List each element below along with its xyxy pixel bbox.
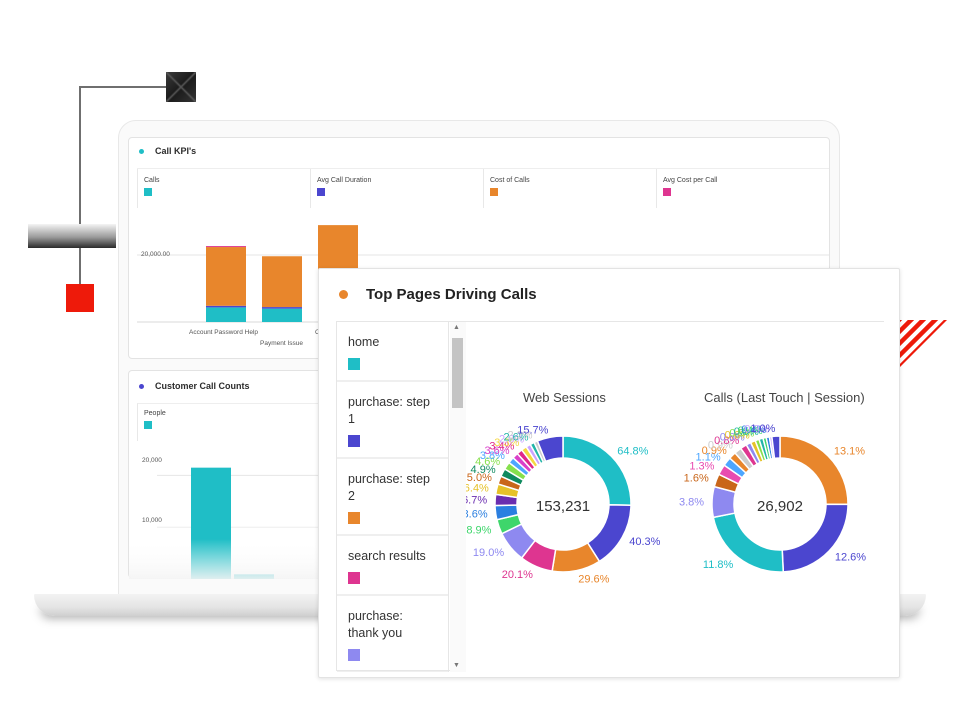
- legend-item-search-results[interactable]: search results: [337, 536, 448, 596]
- legend-item-purchase-step-1[interactable]: purchase: step 1: [337, 382, 448, 459]
- donut-slice-label: 64.8%: [617, 446, 648, 458]
- donut-slice-label: 3.8%: [679, 497, 704, 509]
- donut-slice-label: 19.0%: [473, 547, 504, 559]
- donut-slice-label: 29.6%: [578, 573, 609, 585]
- chart-legend: Calls Avg Call Duration Cost of Calls Av…: [137, 168, 829, 208]
- legend-swatch: [348, 435, 360, 447]
- legend-item-calls[interactable]: Calls: [137, 169, 310, 208]
- donut-slice-label: 12.6%: [835, 552, 866, 564]
- y-tick-label: 20,000: [142, 457, 162, 464]
- bar-segment-avg-call-duration[interactable]: [206, 305, 246, 308]
- title-dot-icon: [139, 148, 144, 154]
- donut-charts-area: 64.8%40.3%29.6%20.1%19.0%8.9%8.6%6.7%6.4…: [466, 322, 885, 672]
- scrollbar-thumb[interactable]: [452, 338, 463, 408]
- legend-label: People: [144, 410, 166, 417]
- legend-swatch: [348, 512, 360, 524]
- donut-center-total-web-sessions: 153,231: [535, 498, 591, 515]
- legend-item-avg-call-duration[interactable]: Avg Call Duration: [310, 169, 483, 208]
- legend-label: Avg Call Duration: [317, 177, 372, 184]
- panel-title: Call KPI's: [139, 146, 196, 156]
- donut-slice-label: 13.1%: [834, 445, 865, 457]
- legend-label: 2: [348, 489, 355, 503]
- decorative-dark-square: [166, 72, 196, 102]
- legend-item-purchase-step-2[interactable]: purchase: step 2: [337, 459, 448, 536]
- donut-slice-label: 8.9%: [466, 525, 491, 537]
- title-dot-icon: [339, 290, 348, 299]
- legend-label: Avg Cost per Call: [663, 177, 718, 184]
- chart-fade-overlay: [129, 539, 331, 579]
- legend-swatch: [348, 572, 360, 584]
- top-pages-driving-calls-panel: Top Pages Driving Calls home purchase: s…: [318, 268, 900, 678]
- x-tick-label: Account Password Help: [189, 329, 259, 336]
- donut-slice-label: 8.6%: [466, 509, 488, 521]
- bar-segment-cost-of-calls[interactable]: [206, 247, 246, 306]
- title-dot-icon: [139, 383, 144, 389]
- bar-segment-avg-call-duration[interactable]: [262, 307, 302, 309]
- legend-item-people[interactable]: People: [137, 403, 331, 441]
- donut-slice-label: 6.7%: [466, 494, 487, 506]
- donut-slice-label: 1.6%: [684, 473, 709, 485]
- y-tick-label: 20,000.00: [141, 251, 170, 258]
- legend-scrollbar[interactable]: ▲ ▼: [450, 322, 466, 672]
- legend-swatch: [144, 188, 152, 196]
- panel-title: Top Pages Driving Calls: [339, 286, 537, 303]
- decorative-red-square: [66, 284, 94, 312]
- donut-slice-label: 11.8%: [703, 559, 734, 571]
- legend-label: home: [348, 335, 380, 349]
- legend-label: search results: [348, 549, 426, 563]
- scroll-up-arrow-icon[interactable]: ▲: [453, 324, 460, 331]
- legend-item-cost-of-calls[interactable]: Cost of Calls: [483, 169, 656, 208]
- bar-segment-avg-cost-per-call[interactable]: [206, 246, 246, 248]
- legend-swatch: [490, 188, 498, 196]
- donut-title-web-sessions: Web Sessions: [523, 390, 606, 405]
- panel-title-text: Top Pages Driving Calls: [366, 286, 537, 303]
- donut-slice-label: 1.0%: [750, 423, 775, 435]
- bar-segment-cost-of-calls[interactable]: [262, 256, 302, 308]
- donut-center-total-calls: 26,902: [757, 498, 803, 515]
- panel-title: Customer Call Counts: [139, 381, 250, 391]
- x-tick-label: Payment Issue: [260, 340, 303, 347]
- panel-title-text: Customer Call Counts: [155, 381, 250, 391]
- legend-label: 1: [348, 412, 355, 426]
- legend-label: purchase: step: [348, 472, 430, 486]
- bar-segment-calls[interactable]: [262, 308, 302, 322]
- decorative-gradient-bar: [28, 224, 116, 248]
- donut-slice-label: 15.7%: [517, 424, 548, 436]
- donut-charts-svg: 64.8%40.3%29.6%20.1%19.0%8.9%8.6%6.7%6.4…: [466, 423, 866, 585]
- legend-swatch: [144, 421, 152, 429]
- scroll-down-arrow-icon[interactable]: ▼: [453, 662, 460, 669]
- donut-slice-label: 40.3%: [629, 536, 660, 548]
- donut-title-calls: Calls (Last Touch | Session): [704, 390, 865, 405]
- legend-label: Calls: [144, 177, 160, 184]
- legend-label: purchase: step: [348, 395, 430, 409]
- donut-slice-label: 20.1%: [502, 569, 533, 581]
- customer-call-counts-panel: Customer Call Counts People 20,000 10,00…: [128, 370, 331, 579]
- legend-label: Cost of Calls: [490, 177, 530, 184]
- legend-label: thank you: [348, 626, 403, 640]
- legend-swatch: [663, 188, 671, 196]
- legend-swatch: [348, 358, 360, 370]
- legend-swatch: [348, 649, 360, 661]
- pages-chart-body: home purchase: step 1 purchase: step 2 s…: [336, 321, 885, 672]
- legend-swatch: [317, 188, 325, 196]
- panel-title-text: Call KPI's: [155, 146, 197, 156]
- decorative-connector-line: [80, 86, 170, 88]
- decorative-red-stripes: [899, 320, 947, 368]
- legend-item-home[interactable]: home: [337, 322, 448, 382]
- legend-label: purchase:: [348, 609, 403, 623]
- decorative-connector-line: [79, 86, 81, 286]
- legend-item-purchase-thank-you[interactable]: purchase: thank you: [337, 596, 448, 672]
- bar-segment-calls[interactable]: [206, 307, 246, 322]
- y-tick-label: 10,000: [142, 517, 162, 524]
- legend-item-avg-cost-per-call[interactable]: Avg Cost per Call: [656, 169, 829, 208]
- legend-list: home purchase: step 1 purchase: step 2 s…: [337, 322, 449, 672]
